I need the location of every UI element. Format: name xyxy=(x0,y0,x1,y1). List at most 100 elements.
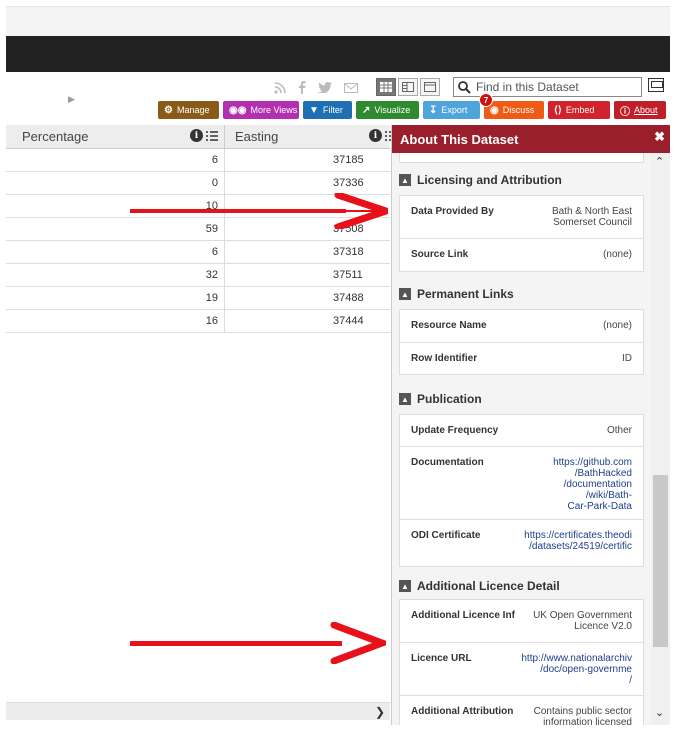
percentage-cell: 16 xyxy=(205,315,218,327)
header-divider xyxy=(224,125,225,149)
info-key: ODI Certificate xyxy=(411,530,481,541)
section-additional-licence[interactable]: ▲ Additional Licence Detail xyxy=(399,579,560,593)
annotation-arrow-top xyxy=(130,193,388,229)
odi-certificate-link[interactable]: https://certificates.theodi /datasets/24… xyxy=(524,530,632,552)
collapse-icon[interactable]: ▲ xyxy=(399,174,411,186)
collapse-icon[interactable]: ▲ xyxy=(399,393,411,405)
discuss-button[interactable]: 7 ◉ Discuss xyxy=(479,93,544,119)
info-value: Other xyxy=(606,425,632,436)
section-title: Permanent Links xyxy=(417,287,514,301)
table-row[interactable]: 16 37444 xyxy=(6,310,390,333)
scroll-down-icon[interactable]: ⌄ xyxy=(655,706,664,719)
info-icon: ⓘ xyxy=(620,106,630,118)
rss-icon[interactable] xyxy=(274,81,286,94)
documentation-link[interactable]: https://github.com /BathHacked /document… xyxy=(553,457,632,512)
export-button[interactable]: ↧ Export xyxy=(423,101,480,119)
table-row[interactable]: 6 37185 xyxy=(6,149,390,172)
section-publication[interactable]: ▲ Publication xyxy=(399,392,482,406)
cell-divider xyxy=(224,287,225,310)
visualize-button[interactable]: ↗ Visualize xyxy=(356,101,419,119)
scroll-up-icon[interactable]: ⌃ xyxy=(655,155,664,168)
easting-cell: 37444 xyxy=(333,315,364,327)
email-icon[interactable] xyxy=(344,82,358,93)
publication-card: Update Frequency Other Documentation htt… xyxy=(399,414,644,567)
cell-divider xyxy=(224,149,225,172)
filter-label: Filter xyxy=(322,105,343,115)
discuss-count-badge: 7 xyxy=(479,93,493,107)
chart-icon: ↗ xyxy=(362,104,371,116)
row-view-button[interactable] xyxy=(398,78,418,96)
info-row: Update Frequency Other xyxy=(400,415,643,447)
section-permanent-links[interactable]: ▲ Permanent Links xyxy=(399,287,514,301)
twitter-icon[interactable] xyxy=(318,82,332,93)
action-buttons: ⚙ Manage ◉◉ More Views ▼ Filter ↗ Visual… xyxy=(158,93,666,119)
info-value: (none) xyxy=(603,249,632,260)
scroll-right-icon[interactable]: ❯ xyxy=(375,705,385,719)
info-row: Licence URL http://www.nationalarchiv /d… xyxy=(400,643,643,696)
more-views-label: More Views xyxy=(250,105,298,115)
info-row: Documentation https://github.com /BathHa… xyxy=(400,447,643,520)
export-icon: ↧ xyxy=(429,104,438,116)
percentage-cell: 0 xyxy=(211,177,218,189)
licence-url-link[interactable]: http://www.nationalarchiv /doc/open-gove… xyxy=(521,653,632,686)
table-row[interactable]: 32 37511 xyxy=(6,264,390,287)
scrollbar-thumb[interactable] xyxy=(653,475,668,647)
manage-label: Manage xyxy=(176,105,210,115)
column-header-easting[interactable]: Easting xyxy=(235,129,278,144)
page-view-icon xyxy=(424,82,436,92)
horizontal-scrollbar[interactable]: ❯ xyxy=(6,702,390,720)
info-key: Row Identifier xyxy=(411,353,478,364)
collapse-icon[interactable]: ▲ xyxy=(399,288,411,300)
column-menu-icon[interactable] xyxy=(206,130,218,141)
info-value: (none) xyxy=(603,320,632,331)
info-key: Source Link xyxy=(411,249,469,260)
percentage-cell: 32 xyxy=(205,269,218,281)
collapse-icon[interactable]: ▲ xyxy=(399,580,411,592)
info-key: Documentation xyxy=(411,457,484,468)
dataset-toolbar: ▶ ⚙ Manage xyxy=(6,72,670,124)
search-input[interactable] xyxy=(476,80,636,94)
column-header-percentage[interactable]: Percentage xyxy=(22,129,89,144)
manage-button[interactable]: ⚙ Manage xyxy=(158,101,219,119)
permanent-links-card: Resource Name (none) Row Identifier ID xyxy=(399,309,644,375)
column-info-icon[interactable]: i xyxy=(369,129,382,142)
embed-button[interactable]: ⟨⟩ Embed xyxy=(548,101,610,119)
speech-bubble-icon: ◉ xyxy=(490,104,499,116)
info-row: Resource Name (none) xyxy=(400,310,643,343)
grid-rows: 6 37185 0 37336 10 59 37508 6 37318 32 37511 … xyxy=(6,149,390,333)
table-row[interactable]: 19 37488 xyxy=(6,287,390,310)
filter-button[interactable]: ▼ Filter xyxy=(303,101,352,119)
easting-cell: 37318 xyxy=(333,246,364,258)
more-views-button[interactable]: ◉◉ More Views xyxy=(223,101,299,119)
info-value: Bath & North East Somerset Council xyxy=(551,206,632,228)
panel-content: ▲ Licensing and Attribution Data Provide… xyxy=(392,153,652,725)
visualize-label: Visualize xyxy=(374,105,411,115)
info-key: Resource Name xyxy=(411,320,487,331)
info-key: Additional Attribution xyxy=(411,706,514,717)
easting-cell: 37336 xyxy=(333,177,364,189)
percentage-cell: 6 xyxy=(211,154,218,166)
page-view-button[interactable] xyxy=(420,78,440,96)
table-row[interactable]: 6 37318 xyxy=(6,241,390,264)
info-row: Row Identifier ID xyxy=(400,343,643,374)
table-view-button[interactable] xyxy=(376,78,396,96)
facebook-icon[interactable] xyxy=(298,81,306,94)
info-row: Additional Attribution Contains public s… xyxy=(400,696,643,725)
expand-arrow-icon[interactable]: ▶ xyxy=(68,94,75,105)
fullscreen-icon[interactable] xyxy=(648,78,664,92)
cell-divider xyxy=(224,172,225,195)
percentage-header-icons: i xyxy=(190,129,218,142)
column-info-icon[interactable]: i xyxy=(190,129,203,142)
about-button[interactable]: ⓘ About xyxy=(614,101,666,119)
about-panel: About This Dataset ✖ ▲ Licensing and Att… xyxy=(391,125,670,725)
section-licensing[interactable]: ▲ Licensing and Attribution xyxy=(399,173,562,187)
info-key: Licence URL xyxy=(411,653,472,664)
close-icon[interactable]: ✖ xyxy=(654,129,665,145)
table-row[interactable]: 0 37336 xyxy=(6,172,390,195)
additional-licence-card: Additional Licence Inf UK Open Governmen… xyxy=(399,599,644,725)
embed-label: Embed xyxy=(565,105,595,115)
vertical-scrollbar[interactable]: ⌃ ⌄ xyxy=(651,153,670,725)
info-row: Data Provided By Bath & North East Somer… xyxy=(400,196,643,239)
info-value: UK Open Government Licence V2.0 xyxy=(533,610,632,632)
cell-divider xyxy=(224,264,225,287)
